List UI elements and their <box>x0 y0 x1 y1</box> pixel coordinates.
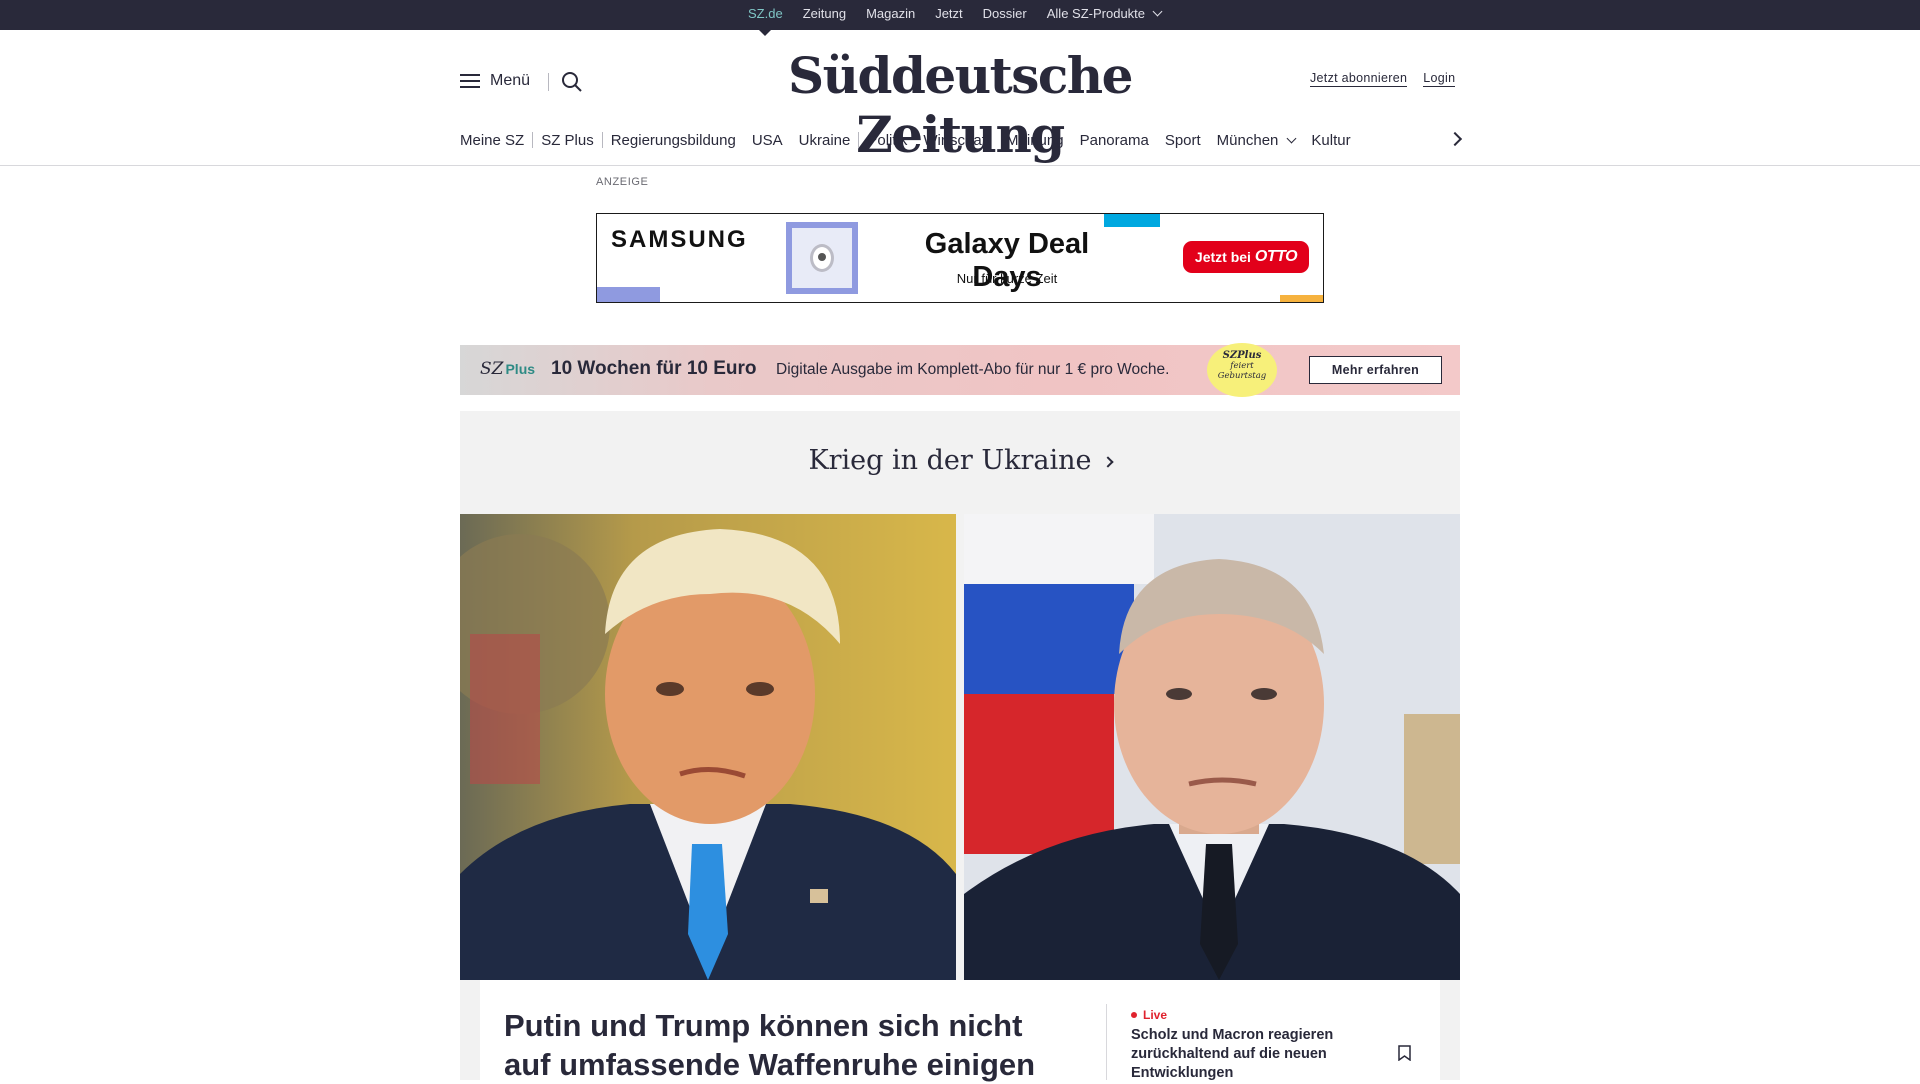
live-label: Live <box>1143 1008 1168 1022</box>
otto-logo: OTTO <box>1254 248 1298 265</box>
all-products-label: Alle SZ-Produkte <box>1046 6 1146 21</box>
watch-icon <box>810 244 834 272</box>
product-nav: SZ.de Zeitung Magazin Jetzt Dossier Alle… <box>748 0 1181 36</box>
bookmark-button[interactable] <box>1398 1045 1411 1062</box>
nav-item-sport[interactable]: Sport <box>1157 132 1209 149</box>
sz-plus-logo: SZ Plus <box>480 359 535 379</box>
lead-article-card: Putin und Trump können sich nicht auf um… <box>480 980 1440 1083</box>
portrait-image <box>460 514 956 980</box>
nav-item-kultur[interactable]: Kultur <box>1303 132 1358 149</box>
ad-decoration <box>1280 295 1323 302</box>
nav-item-politik[interactable]: Politik <box>859 132 915 149</box>
header-divider <box>548 73 549 91</box>
login-link[interactable]: Login <box>1423 71 1456 87</box>
search-icon <box>562 72 582 92</box>
menu-label: Menü <box>490 72 531 89</box>
ad-brand: SAMSUNG <box>611 226 748 253</box>
search-button[interactable] <box>560 70 584 94</box>
chevron-down-icon <box>1286 133 1297 143</box>
subscribe-link[interactable]: Jetzt abonnieren <box>1310 71 1408 87</box>
plus-logo-text: Plus <box>505 361 536 377</box>
badge-line: feiert <box>1230 361 1254 371</box>
live-dot-icon <box>1131 1012 1137 1018</box>
product-link-magazin[interactable]: Magazin <box>866 0 915 30</box>
promo-headline: 10 Wochen für 10 Euro <box>551 358 757 379</box>
learn-more-button[interactable]: Mehr erfahren <box>1309 356 1442 384</box>
nav-item-meine-sz[interactable]: Meine SZ <box>460 132 532 149</box>
lead-photo-left[interactable] <box>460 514 956 980</box>
product-link-zeitung[interactable]: Zeitung <box>803 0 846 30</box>
birthday-badge: SZPlus feiert Geburtstag <box>1207 343 1277 397</box>
nav-scroll-right-icon[interactable] <box>1447 131 1463 147</box>
product-link-sz-de[interactable]: SZ.de <box>748 0 783 36</box>
ad-product-image <box>786 222 858 294</box>
account-links: Jetzt abonnieren Login <box>1310 71 1456 87</box>
side-article-title[interactable]: Scholz und Macron reagieren zurückhalten… <box>1131 1026 1351 1083</box>
all-products-dropdown[interactable]: Alle SZ-Produkte <box>1046 0 1163 30</box>
ad-cta-label: Jetzt bei <box>1194 249 1251 265</box>
ad-banner[interactable]: SAMSUNG Galaxy Deal Days Nur für kurze Z… <box>596 213 1324 303</box>
ad-label: ANZEIGE <box>596 176 649 188</box>
nav-item-muenchen-label: München <box>1216 131 1279 149</box>
ad-cta-button[interactable]: Jetzt bei OTTO <box>1183 241 1309 273</box>
live-badge: Live <box>1131 1008 1167 1022</box>
chevron-down-icon <box>1152 6 1163 17</box>
badge-line: Geburtstag <box>1217 371 1267 381</box>
product-link-jetzt[interactable]: Jetzt <box>935 0 962 30</box>
lead-article-title[interactable]: Putin und Trump können sich nicht auf um… <box>504 1006 1064 1084</box>
bookmark-icon <box>1398 1045 1411 1062</box>
menu-button[interactable]: Menü <box>460 72 530 90</box>
nav-item-usa[interactable]: USA <box>744 132 791 149</box>
card-divider <box>1106 1004 1107 1080</box>
nav-item-panorama[interactable]: Panorama <box>1072 132 1157 149</box>
chevron-right-icon <box>1101 456 1114 468</box>
portrait-image <box>964 514 1460 980</box>
product-link-dossier[interactable]: Dossier <box>983 0 1027 30</box>
sz-logo-text: SZ <box>480 359 504 379</box>
nav-item-sz-plus[interactable]: SZ Plus <box>533 132 602 149</box>
nav-item-regierungsbildung[interactable]: Regierungsbildung <box>603 132 744 149</box>
promo-text: Digitale Ausgabe im Komplett-Abo für nur… <box>776 361 1170 378</box>
nav-item-muenchen[interactable]: München <box>1209 132 1304 149</box>
section-title: Krieg in der Ukraine <box>808 445 1092 476</box>
top-bar: SZ.de Zeitung Magazin Jetzt Dossier Alle… <box>0 0 1920 36</box>
main-nav: Meine SZ SZ Plus Regierungsbildung USA U… <box>460 130 1359 150</box>
sz-plus-promo[interactable]: SZ Plus 10 Wochen für 10 Euro Digitale Au… <box>460 343 1460 397</box>
site-header: Menü Süddeutsche Zeitung Jetzt abonniere… <box>0 30 1920 166</box>
badge-line: SZPlus <box>1222 350 1262 361</box>
nav-item-meinung[interactable]: Meinung <box>998 132 1072 149</box>
lead-photo-right[interactable] <box>964 514 1460 980</box>
hamburger-icon <box>460 73 480 89</box>
section-title-link[interactable]: Krieg in der Ukraine <box>460 445 1460 476</box>
nav-item-ukraine[interactable]: Ukraine <box>791 132 859 149</box>
nav-item-wirtschaft[interactable]: Wirtschaft <box>915 132 998 149</box>
ad-decoration <box>1104 214 1160 227</box>
ad-decoration <box>597 287 660 302</box>
ad-subtitle: Nur für kurze Zeit <box>956 271 1058 286</box>
